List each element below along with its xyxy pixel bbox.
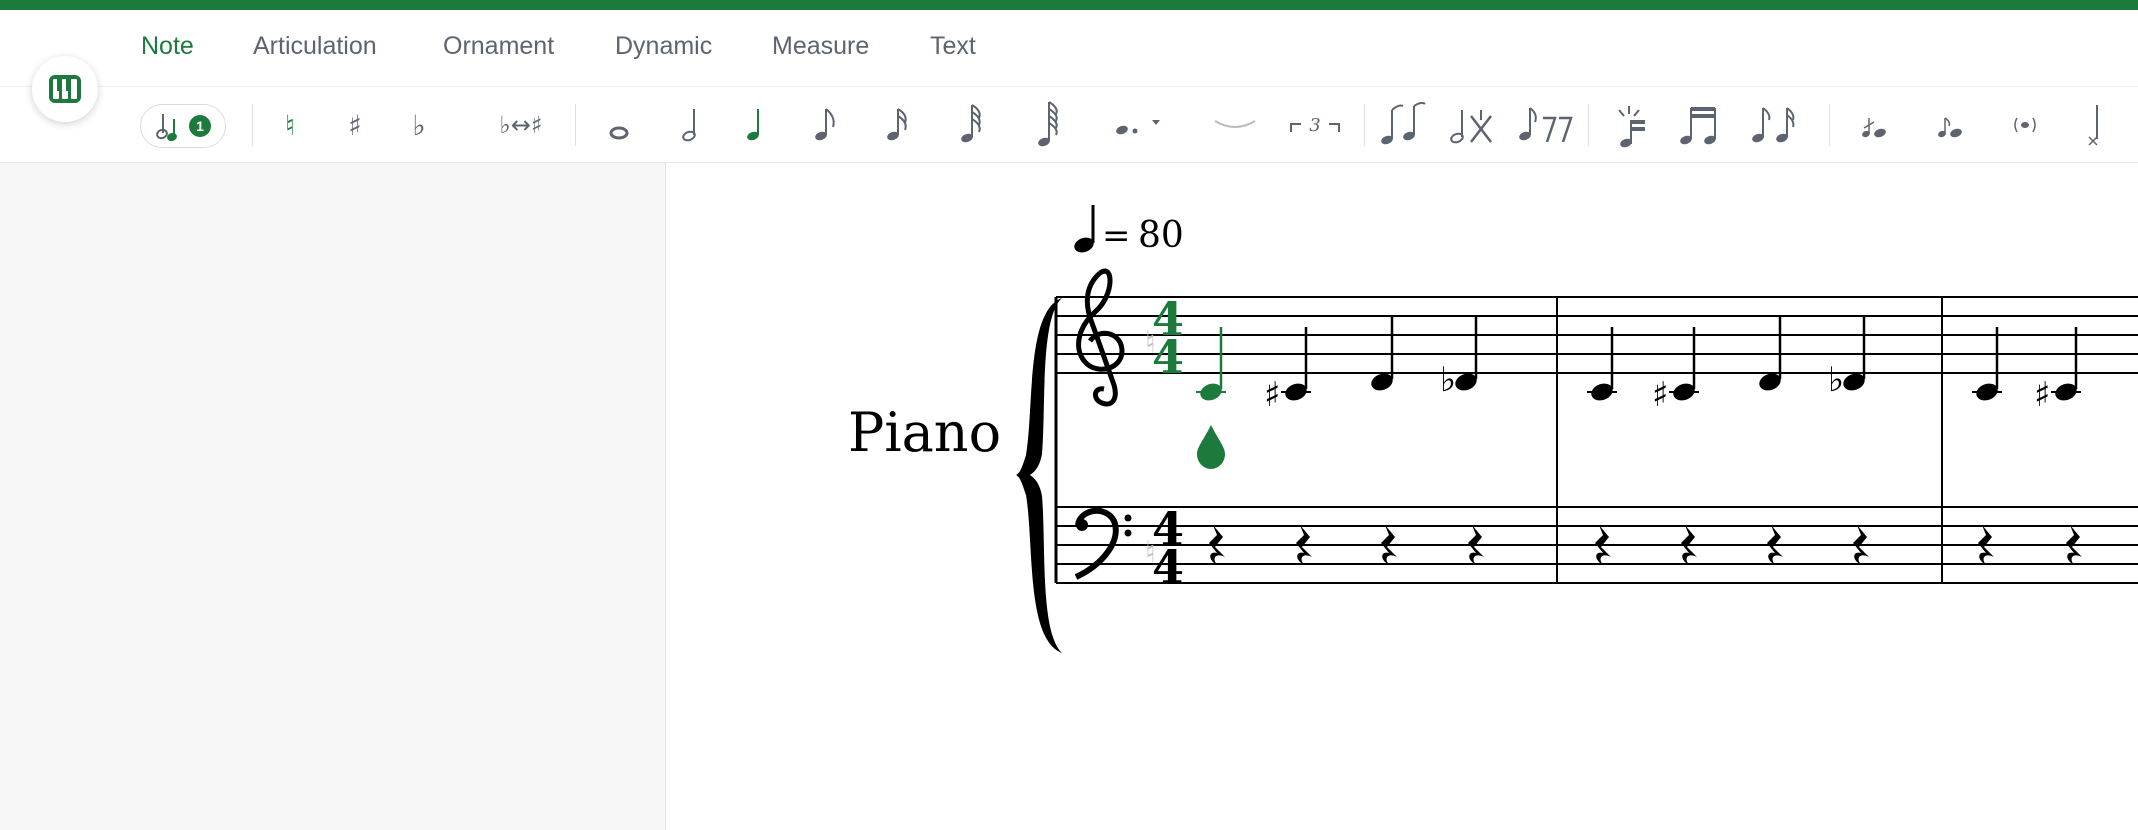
quarter-note-button[interactable]: [727, 98, 783, 152]
tempo-marking[interactable]: = 80: [1072, 205, 1184, 256]
natural-button[interactable]: ♮: [262, 98, 318, 152]
separator: [1364, 104, 1365, 146]
flat-button[interactable]: ♭: [391, 98, 447, 152]
tie-icon: [1214, 120, 1256, 128]
thirty-second-note-button[interactable]: [943, 98, 999, 152]
thirty-second-note-icon: [961, 104, 981, 143]
dead-note-button[interactable]: [2066, 98, 2122, 152]
delete-note-button[interactable]: [1441, 98, 1503, 152]
flat-icon: ♭: [412, 108, 426, 142]
separator: [1588, 104, 1589, 146]
tab-text[interactable]: Text: [930, 32, 976, 61]
tab-dynamic[interactable]: Dynamic: [615, 32, 712, 61]
triplet-icon: 3: [1290, 115, 1340, 136]
time-signature-bass[interactable]: 4 4: [1152, 502, 1184, 594]
whole-note-button[interactable]: [591, 98, 647, 152]
time-bottom-bass: 4: [1152, 540, 1184, 594]
sharp-button[interactable]: ♯: [327, 98, 383, 152]
separator: [575, 104, 576, 146]
natural-icon: ♮: [284, 108, 295, 142]
flat-accidental: ♭: [1828, 360, 1844, 400]
tab-articulation[interactable]: Articulation: [253, 32, 377, 61]
grace-pair-button[interactable]: [1745, 98, 1807, 152]
eighth-note-icon: [815, 108, 835, 141]
acciaccatura-icon: [1862, 118, 1886, 138]
tempo-equals: =: [1102, 216, 1131, 256]
half-note-icon: [682, 109, 696, 142]
rests-button[interactable]: [1514, 98, 1580, 152]
tab-ornament[interactable]: Ornament: [443, 32, 554, 61]
flat-accidental: ♭: [1440, 360, 1456, 400]
sixteenth-note-button[interactable]: [869, 98, 925, 152]
bass-clef: [1074, 508, 1132, 580]
tie-button[interactable]: [1205, 98, 1265, 152]
top-accent-bar: [0, 0, 2138, 10]
beamed-sixteenths-icon: [1680, 107, 1716, 145]
note-c[interactable]: [1972, 327, 2002, 403]
sixteenth-pair-icon: [1752, 107, 1795, 143]
sparkle-note-icon: [1618, 106, 1645, 148]
eighth-note-button[interactable]: [797, 98, 853, 152]
note-c[interactable]: [1587, 327, 1617, 403]
beam-sixteenths-button[interactable]: [1670, 98, 1732, 152]
left-side-panel: [0, 163, 666, 830]
half-note-button[interactable]: [663, 98, 719, 152]
sixteenth-note-icon: [887, 108, 907, 141]
note-delete-icon: [1450, 110, 1492, 144]
instrument-name[interactable]: Piano: [848, 401, 1001, 464]
note-c-selected[interactable]: [1196, 327, 1226, 403]
note-d[interactable]: [1757, 317, 1783, 393]
ghost-note-button[interactable]: [1997, 98, 2053, 152]
separator: [252, 104, 253, 146]
tab-note[interactable]: Note: [141, 32, 194, 61]
time-bottom-treble: 4: [1152, 330, 1184, 384]
piano-keys-icon: [49, 75, 81, 103]
note-d-flat[interactable]: ♭: [1440, 317, 1479, 400]
quarter-note-icon: [747, 109, 759, 141]
voice-notes-icon: [156, 114, 177, 141]
note-c-sharp[interactable]: ♯: [2034, 327, 2081, 415]
dot-dropdown-button[interactable]: [1100, 98, 1176, 152]
note-toolbar: 1 ♮ ♯ ♭ ♭↔♯ 3: [0, 88, 2138, 163]
cross-staff-button[interactable]: [1603, 98, 1659, 152]
score-sheet: = 80 Piano ♮ ♮ 4 4 4 4 ♯ ♭ ♯ ♭ ♯: [848, 205, 2138, 653]
sharp-accidental: ♯: [2034, 375, 2050, 415]
sharp-accidental: ♯: [1264, 375, 1280, 415]
note-position-indicator-icon[interactable]: [1197, 425, 1225, 469]
beamed-notes-icon: [1381, 102, 1426, 145]
piano-logo-button[interactable]: [32, 56, 98, 122]
note-d[interactable]: [1369, 317, 1395, 393]
voice-count-badge: 1: [189, 115, 211, 137]
menu-bar: Note Articulation Ornament Dynamic Measu…: [0, 10, 2138, 91]
tempo-value: 80: [1138, 215, 1184, 256]
note-rests-icon: [1519, 107, 1573, 143]
appoggiatura-button[interactable]: [1921, 98, 1977, 152]
separator: [1829, 104, 1830, 146]
whole-note-icon: [609, 126, 629, 140]
sixty-fourth-note-button[interactable]: [1020, 98, 1076, 152]
note-c-sharp[interactable]: ♯: [1652, 327, 1699, 415]
cross-note-icon: [2088, 105, 2098, 146]
treble-clef: [1076, 268, 1125, 407]
time-signature-treble[interactable]: 4 4: [1152, 292, 1184, 384]
note-d-flat[interactable]: ♭: [1828, 317, 1867, 400]
tab-measure[interactable]: Measure: [772, 32, 869, 61]
enharmonic-button[interactable]: ♭↔♯: [478, 98, 564, 152]
treble-staff: [1056, 296, 2138, 374]
dotted-note-dropdown-icon: [1116, 120, 1160, 135]
appoggiatura-icon: [1938, 117, 1962, 138]
score-canvas[interactable]: = 80 Piano ♮ ♮ 4 4 4 4 ♯ ♭ ♯ ♭ ♯: [666, 163, 2138, 830]
triplet-button[interactable]: 3: [1278, 98, 1352, 152]
sharp-icon: ♯: [348, 108, 362, 142]
sharp-accidental: ♯: [1652, 375, 1668, 415]
voice-selector-button[interactable]: 1: [140, 104, 226, 148]
enharmonic-icon: ♭↔♯: [499, 111, 543, 139]
parenthesized-note-icon: [2014, 117, 2036, 133]
acciaccatura-button[interactable]: [1845, 98, 1901, 152]
triplet-number: 3: [1309, 115, 1320, 136]
sixty-fourth-note-icon: [1038, 101, 1058, 147]
note-c-sharp[interactable]: ♯: [1264, 327, 1311, 415]
beam-notes-button[interactable]: [1373, 98, 1435, 152]
